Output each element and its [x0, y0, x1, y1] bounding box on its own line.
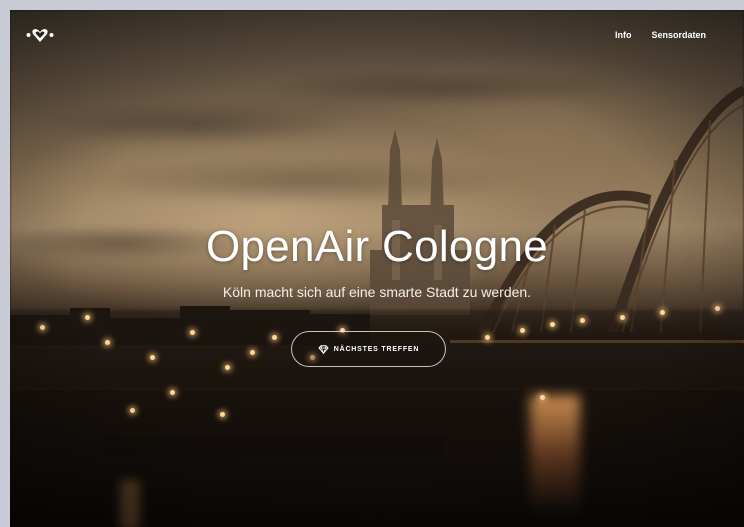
next-meeting-label: NÄCHSTES TREFFEN [333, 345, 420, 353]
hero-title: OpenAir Cologne [205, 222, 549, 271]
nav-link-info[interactable]: Info [615, 30, 632, 40]
page-frame: Info Sensordaten OpenAir Cologne Köln ma… [10, 10, 744, 527]
next-meeting-button[interactable]: NÄCHSTES TREFFEN [291, 331, 446, 367]
nav-link-sensordaten[interactable]: Sensordaten [651, 30, 706, 40]
top-nav: Info Sensordaten [615, 30, 706, 40]
heart-shield-logo-icon[interactable] [26, 27, 54, 43]
diamond-icon [318, 344, 329, 354]
hero-subtitle: Köln macht sich auf eine smarte Stadt zu… [222, 284, 532, 300]
